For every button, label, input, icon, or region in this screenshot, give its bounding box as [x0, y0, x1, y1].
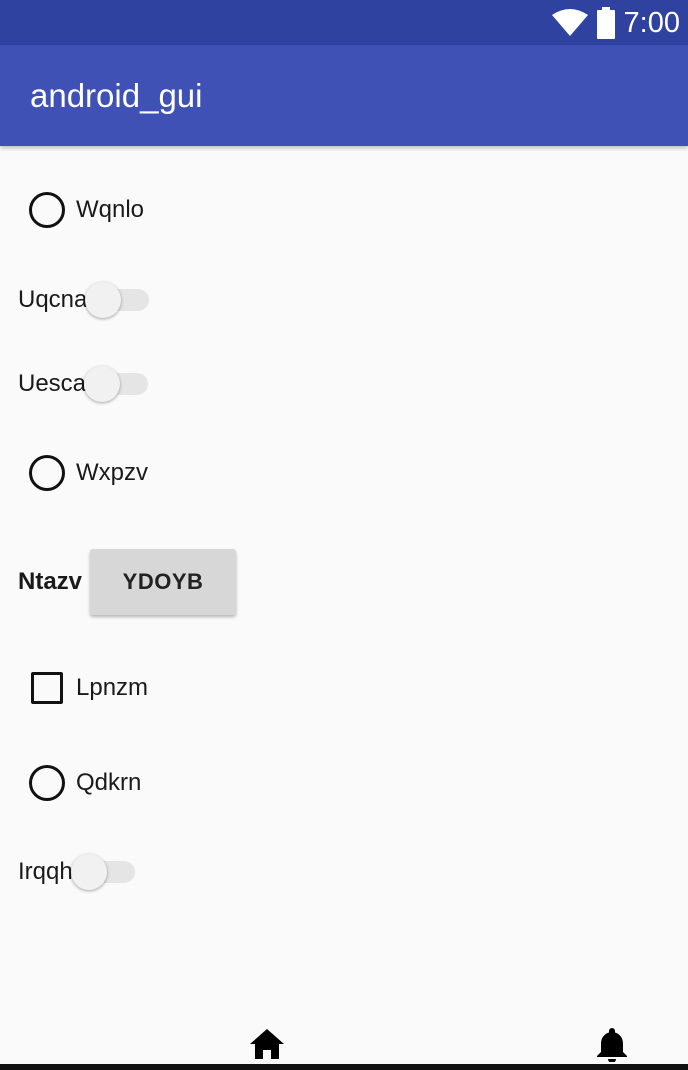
switch-thumb [84, 366, 121, 402]
switch-label: Irqqh [18, 858, 73, 885]
switch-row-uqcna: Uqcna [0, 280, 151, 320]
ydoyb-button[interactable]: YDOYB [90, 549, 237, 615]
switch-row-uesca: Uesca [0, 364, 150, 404]
wifi-icon [551, 9, 588, 36]
radio-label: Wqnlo [76, 196, 145, 223]
app-bar: android_gui [0, 45, 688, 146]
switch-label: Uesca [18, 370, 87, 397]
radio-option-wqnlo[interactable]: Wqnlo [0, 192, 144, 228]
toggle-switch-uqcna[interactable] [85, 280, 151, 320]
radio-option-wxpzv[interactable]: Wxpzv [0, 455, 148, 491]
radio-option-qdkrn[interactable]: Qdkrn [0, 765, 141, 801]
toggle-switch-irqqh[interactable] [70, 852, 137, 892]
radio-button[interactable] [29, 192, 65, 228]
radio-label: Wxpzv [76, 459, 148, 486]
checkbox[interactable] [31, 672, 63, 704]
radio-button[interactable] [29, 455, 65, 491]
radio-button[interactable] [29, 765, 65, 801]
home-icon[interactable] [249, 1028, 285, 1060]
checkbox-option-lpnzm[interactable]: Lpnzm [0, 672, 148, 704]
switch-thumb [70, 854, 107, 890]
checkbox-label: Lpnzm [76, 674, 149, 701]
status-bar: 7:00 [0, 0, 688, 45]
switch-label: Uqcna [18, 286, 88, 313]
status-icons: 7:00 [551, 4, 680, 42]
system-nav-bar [0, 1064, 688, 1070]
button-row-ntazv: Ntazv YDOYB [0, 549, 237, 615]
switch-thumb [85, 282, 122, 318]
battery-icon [596, 7, 615, 39]
switch-row-irqqh: Irqqh [0, 852, 137, 892]
button-row-label: Ntazv [18, 568, 83, 595]
toggle-switch-uesca[interactable] [84, 364, 150, 404]
radio-label: Qdkrn [76, 769, 142, 796]
notification-bell-icon[interactable] [596, 1026, 628, 1062]
status-time: 7:00 [623, 6, 680, 39]
app-title: android_gui [30, 77, 203, 114]
